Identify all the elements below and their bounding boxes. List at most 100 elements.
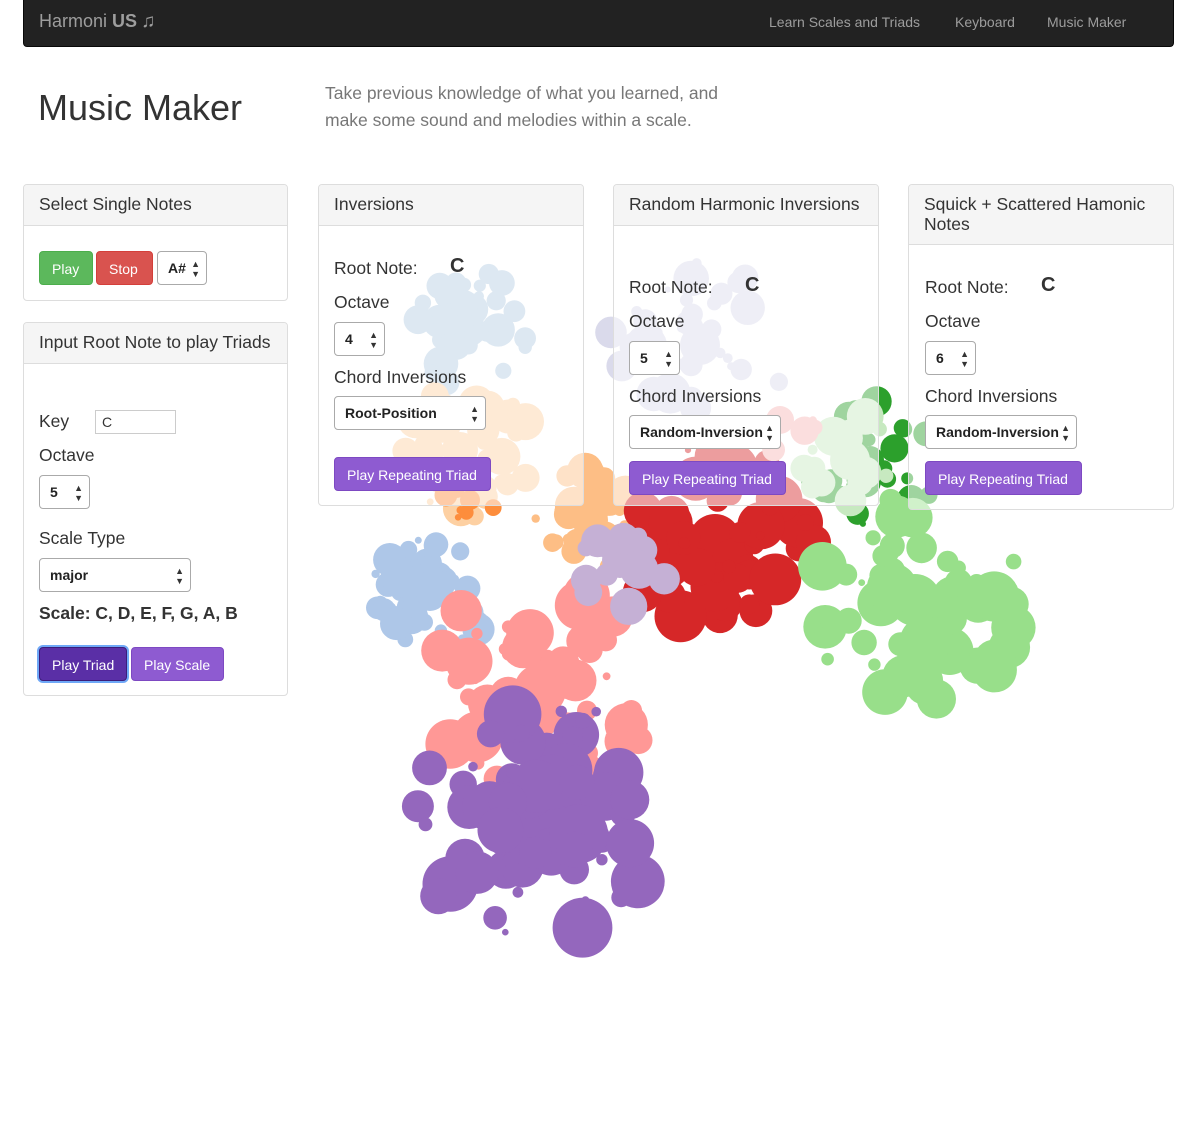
scale-type-value: major (50, 567, 89, 583)
purple-bubble (552, 897, 613, 958)
salmon-bubble (440, 590, 482, 632)
light-blue-bubble (409, 558, 419, 567)
salmon-bubble (447, 670, 467, 690)
chord-inversions-value: Random-Inversion (640, 424, 763, 440)
salmon-bubble (472, 677, 479, 685)
salmon-bubble (516, 634, 526, 645)
light-blue-bubble (423, 532, 449, 557)
red-bubble (796, 514, 814, 531)
light-blue-bubble (440, 564, 449, 573)
purple-bubble (559, 764, 595, 800)
play-repeating-triad-button[interactable]: Play Repeating Triad (629, 461, 786, 495)
light-green-bubble (865, 530, 881, 546)
purple-bubble (606, 819, 655, 868)
play-scale-button[interactable]: Play Scale (131, 647, 224, 681)
play-triad-button[interactable]: Play Triad (39, 647, 127, 681)
stop-button[interactable]: Stop (96, 251, 153, 285)
key-input[interactable]: C (95, 410, 176, 434)
scale-type-select[interactable]: major ▲ ▼ (39, 558, 191, 592)
purple-bubble (575, 712, 591, 729)
red-bubble (739, 594, 760, 615)
nav-music-maker[interactable]: Music Maker (1047, 14, 1126, 30)
chord-inversions-value: Root-Position (345, 405, 437, 421)
light-purple-bubble (595, 563, 618, 586)
select-arrows-icon: ▲ ▼ (664, 349, 673, 369)
select-arrows-icon: ▲ ▼ (191, 259, 200, 279)
purple-bubble (512, 724, 530, 742)
octave-select[interactable]: 6 ▲ ▼ (925, 341, 976, 375)
light-green-bubble (835, 563, 858, 586)
chord-inversions-select[interactable]: Random-Inversion ▲ ▼ (629, 415, 781, 449)
light-blue-bubble (414, 536, 422, 544)
chord-inversions-value: Random-Inversion (936, 424, 1059, 440)
chord-inversions-label: Chord Inversions (925, 386, 1058, 406)
brand-logo[interactable]: Harmoni US ♫ (39, 11, 155, 33)
octave-label: Octave (629, 311, 685, 331)
light-purple-bubble (581, 524, 614, 558)
inversions-panel: Inversions Root Note: C Octave 4 ▲ ▼ Chor… (318, 184, 584, 506)
octave-label: Octave (334, 292, 390, 312)
light-purple-bubble (610, 587, 648, 626)
light-green-bubble (851, 629, 877, 656)
octave-label: Octave (39, 445, 95, 465)
purple-bubble (556, 831, 593, 868)
purple-bubble (477, 807, 524, 853)
play-button[interactable]: Play (39, 251, 93, 285)
root-note-value: C (745, 274, 760, 296)
light-green-bubble (811, 622, 823, 634)
chord-inversions-label: Chord Inversions (629, 386, 762, 406)
octave-select[interactable]: 4 ▲ ▼ (334, 322, 385, 356)
play-repeating-triad-button[interactable]: Play Repeating Triad (925, 461, 1082, 495)
octave-select[interactable]: 5 ▲ ▼ (39, 475, 90, 509)
light-blue-bubble (396, 588, 406, 598)
note-select-value: A# (168, 260, 186, 276)
play-repeating-triad-button[interactable]: Play Repeating Triad (334, 457, 491, 491)
octave-select-value: 5 (50, 484, 58, 500)
purple-bubble (483, 906, 507, 930)
panel-heading: Select Single Notes (24, 185, 287, 226)
root-note-value: C (450, 255, 465, 277)
octave-select-value: 4 (345, 331, 353, 347)
panel-heading: Input Root Note to play Triads (24, 323, 287, 364)
light-green-bubble (972, 647, 1017, 693)
page-intro: Take previous knowledge of what you lear… (325, 83, 719, 130)
purple-bubble (610, 780, 650, 820)
light-blue-bubble (371, 569, 380, 579)
panel-heading: Inversions (319, 185, 583, 226)
random-inversions-panel: Random Harmonic Inversions Root Note: C … (613, 184, 879, 506)
octave-label: Octave (925, 311, 981, 331)
light-green-bubble (872, 545, 895, 567)
orange-bubble (454, 514, 462, 521)
light-green-bubble (879, 488, 902, 512)
root-note-label: Root Note: (334, 258, 418, 278)
salmon-bubble (569, 687, 578, 697)
light-blue-bubble (380, 607, 413, 641)
single-notes-panel: Select Single Notes Play Stop A# ▲ ▼ (23, 184, 288, 301)
light-orange-2-bubble (543, 533, 562, 552)
light-blue-bubble (399, 540, 418, 559)
purple-bubble (401, 790, 434, 823)
purple-bubble (519, 836, 552, 869)
scale-type-label: Scale Type (39, 528, 126, 548)
salmon-bubble (471, 627, 483, 640)
red-bubble (755, 531, 765, 540)
red-bubble (749, 553, 802, 606)
chord-inversions-select[interactable]: Random-Inversion ▲ ▼ (925, 415, 1077, 449)
nav-keyboard[interactable]: Keyboard (955, 14, 1015, 30)
chord-inversions-select[interactable]: Root-Position ▲ ▼ (334, 396, 486, 430)
navbar: Harmoni US ♫ Learn Scales and Triads Keyb… (23, 0, 1174, 47)
select-arrows-icon: ▲ ▼ (369, 330, 378, 350)
light-green-bubble (866, 562, 918, 614)
root-note-label: Root Note: (925, 277, 1009, 297)
light-green-bubble (936, 550, 959, 573)
pale-green-bubble (879, 468, 894, 483)
note-select[interactable]: A# ▲ ▼ (157, 251, 207, 285)
green-bubble (880, 434, 909, 463)
select-arrows-icon: ▲ ▼ (175, 566, 184, 586)
purple-bubble (418, 817, 433, 832)
octave-select[interactable]: 5 ▲ ▼ (629, 341, 680, 375)
nav-learn-scales[interactable]: Learn Scales and Triads (769, 14, 920, 30)
purple-bubble (455, 851, 499, 894)
salmon-bubble (436, 645, 447, 656)
purple-bubble (512, 886, 524, 898)
